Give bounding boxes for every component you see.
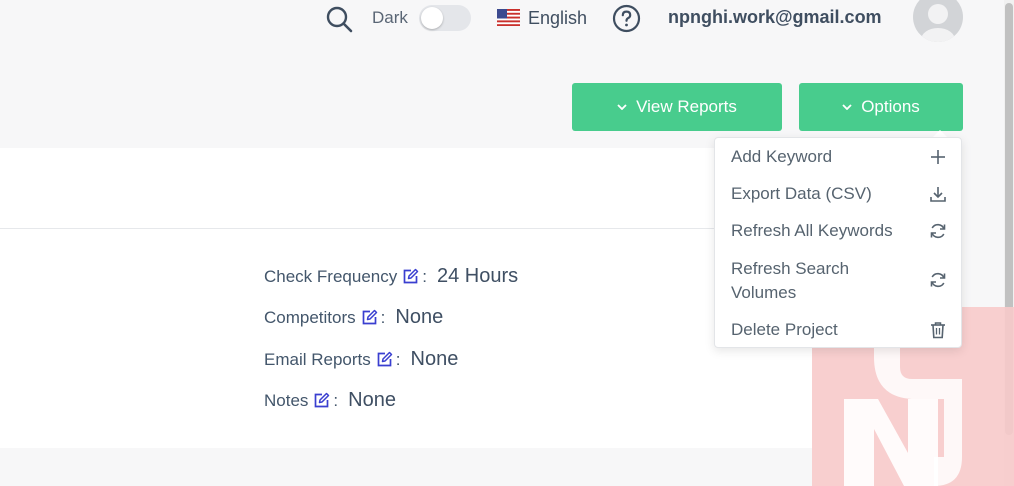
dark-mode-label: Dark (372, 8, 408, 27)
view-reports-label: View Reports (636, 97, 737, 116)
field-label: Notes (264, 390, 309, 410)
top-bar: Dark English npnghi.work@gmail.com (0, 0, 1004, 42)
refresh-icon (930, 223, 946, 239)
menu-item-add-keyword[interactable]: Add Keyword (731, 145, 951, 169)
field-value: None (348, 389, 396, 411)
menu-item-export-csv[interactable]: Export Data (CSV) (731, 182, 951, 206)
field-colon: : (395, 349, 401, 369)
field-value: None (410, 348, 459, 370)
trash-icon (931, 322, 945, 339)
view-reports-button[interactable]: View Reports (572, 83, 782, 131)
options-menu: Add Keyword Export Data (CSV) Refresh Al… (714, 137, 962, 348)
menu-item-label: Refresh All Keywords (731, 221, 893, 240)
edit-icon[interactable] (376, 351, 393, 368)
menu-item-refresh-search-volumes[interactable]: Refresh Search Volumes (731, 257, 951, 305)
menu-item-delete-project[interactable]: Delete Project (731, 318, 951, 342)
dark-mode-toggle[interactable] (419, 5, 471, 31)
help-icon[interactable] (612, 4, 641, 33)
menu-item-label: Delete Project (731, 320, 838, 339)
avatar-person-icon (921, 4, 955, 42)
options-label: Options (861, 97, 920, 116)
chevron-down-icon (617, 104, 627, 110)
refresh-icon (930, 272, 946, 288)
options-button[interactable]: Options (799, 83, 963, 131)
field-label: Competitors (264, 307, 356, 327)
field-label: Email Reports (264, 349, 371, 369)
plus-icon (931, 150, 945, 164)
field-value: None (395, 306, 444, 328)
user-email[interactable]: npnghi.work@gmail.com (668, 7, 882, 28)
download-icon (930, 187, 946, 202)
field-colon: : (422, 266, 427, 286)
notes-field: Notes : None (264, 389, 396, 412)
edit-icon[interactable] (313, 392, 330, 409)
page: Dark English npnghi.work@gmail.com View … (0, 0, 1014, 486)
check-frequency-field: Check Frequency : 24 Hours (264, 265, 518, 288)
competitors-field: Competitors : None (264, 306, 443, 329)
menu-item-label: Refresh Search Volumes (731, 259, 850, 302)
email-reports-field: Email Reports : None (264, 348, 458, 371)
menu-item-label: Export Data (CSV) (731, 184, 872, 203)
field-value: 24 Hours (436, 265, 519, 287)
menu-item-refresh-keywords[interactable]: Refresh All Keywords (731, 219, 951, 243)
avatar[interactable] (913, 0, 963, 42)
edit-icon[interactable] (402, 268, 419, 285)
chevron-down-icon (842, 104, 852, 110)
menu-item-label: Add Keyword (731, 147, 833, 166)
edit-icon[interactable] (361, 309, 378, 326)
search-icon[interactable] (325, 5, 353, 33)
us-flag-icon[interactable] (497, 9, 520, 26)
field-colon: : (333, 390, 339, 410)
toggle-knob (421, 7, 443, 29)
language-selector[interactable]: English (528, 8, 587, 29)
field-colon: : (380, 307, 386, 327)
field-label: Check Frequency (264, 266, 398, 286)
